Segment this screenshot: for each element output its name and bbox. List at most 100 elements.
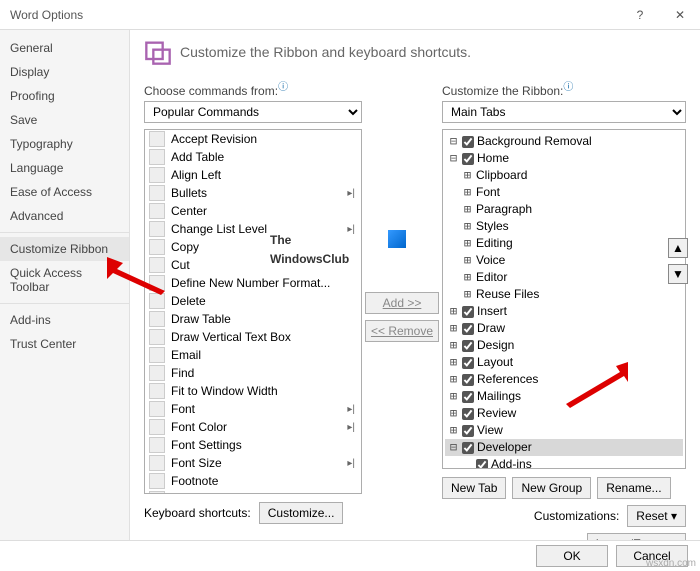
tree-checkbox[interactable] — [462, 408, 474, 420]
tree-node-mailings[interactable]: ⊞Mailings — [445, 388, 683, 405]
tree-node-draw[interactable]: ⊞Draw — [445, 320, 683, 337]
new-group-button[interactable]: New Group — [512, 477, 591, 499]
tree-checkbox[interactable] — [462, 425, 474, 437]
close-button[interactable]: ✕ — [660, 0, 700, 30]
tree-checkbox[interactable] — [462, 306, 474, 318]
tree-node-background-removal[interactable]: ⊟Background Removal — [445, 133, 683, 150]
command-item[interactable]: Delete — [145, 292, 361, 310]
command-item[interactable]: Change List Level▸| — [145, 220, 361, 238]
tree-node-styles[interactable]: ⊞Styles — [445, 218, 683, 235]
tree-node-editor[interactable]: ⊞Editor — [445, 269, 683, 286]
tree-checkbox[interactable] — [462, 357, 474, 369]
customize-ribbon-dropdown[interactable]: Main Tabs — [442, 101, 686, 123]
sidebar-item-typography[interactable]: Typography — [0, 132, 129, 156]
move-down-button[interactable]: ▼ — [668, 264, 688, 284]
tree-node-insert[interactable]: ⊞Insert — [445, 303, 683, 320]
ribbon-tree[interactable]: ⊟Background Removal⊟Home⊞Clipboard⊞Font⊞… — [442, 129, 686, 469]
tree-checkbox[interactable] — [462, 136, 474, 148]
tree-twisty-icon[interactable]: ⊞ — [448, 303, 459, 320]
tree-twisty-icon[interactable]: ⊞ — [448, 405, 459, 422]
command-item[interactable]: Align Left — [145, 166, 361, 184]
tree-checkbox[interactable] — [462, 323, 474, 335]
command-item[interactable]: Footnote — [145, 472, 361, 490]
choose-commands-dropdown[interactable]: Popular Commands — [144, 101, 362, 123]
command-item[interactable]: Font Size▸| — [145, 454, 361, 472]
add-button[interactable]: Add >> — [365, 292, 439, 314]
customize-shortcuts-button[interactable]: Customize... — [259, 502, 344, 524]
command-item[interactable]: Bullets▸| — [145, 184, 361, 202]
command-item[interactable]: Add Table — [145, 148, 361, 166]
tree-twisty-icon[interactable]: ⊞ — [462, 218, 473, 235]
help-button[interactable]: ? — [620, 0, 660, 30]
sidebar-item-trust-center[interactable]: Trust Center — [0, 332, 129, 356]
new-tab-button[interactable]: New Tab — [442, 477, 506, 499]
command-item[interactable]: Cut — [145, 256, 361, 274]
ok-button[interactable]: OK — [536, 545, 608, 567]
tree-twisty-icon[interactable]: ⊞ — [462, 201, 473, 218]
command-item[interactable]: Draw Table — [145, 310, 361, 328]
tree-twisty-icon[interactable]: ⊟ — [448, 439, 459, 456]
sidebar-item-quick-access-toolbar[interactable]: Quick Access Toolbar — [0, 261, 129, 299]
command-item[interactable]: Format Painter — [145, 490, 361, 494]
tree-node-layout[interactable]: ⊞Layout — [445, 354, 683, 371]
tree-node-design[interactable]: ⊞Design — [445, 337, 683, 354]
tree-twisty-icon[interactable]: ⊞ — [462, 252, 473, 269]
command-item[interactable]: Center — [145, 202, 361, 220]
tree-twisty-icon[interactable]: ⊞ — [448, 388, 459, 405]
sidebar-item-language[interactable]: Language — [0, 156, 129, 180]
tree-checkbox[interactable] — [476, 459, 488, 470]
tree-checkbox[interactable] — [462, 442, 474, 454]
tree-twisty-icon[interactable]: ⊞ — [448, 320, 459, 337]
tree-node-view[interactable]: ⊞View — [445, 422, 683, 439]
tree-node-developer[interactable]: ⊟Developer — [445, 439, 683, 456]
tree-node-home[interactable]: ⊟Home — [445, 150, 683, 167]
commands-listbox[interactable]: Accept RevisionAdd TableAlign LeftBullet… — [144, 129, 362, 494]
sidebar-item-ease-of-access[interactable]: Ease of Access — [0, 180, 129, 204]
tree-node-clipboard[interactable]: ⊞Clipboard — [445, 167, 683, 184]
tree-twisty-icon[interactable]: ⊞ — [462, 184, 473, 201]
tree-node-paragraph[interactable]: ⊞Paragraph — [445, 201, 683, 218]
command-item[interactable]: Find — [145, 364, 361, 382]
tree-twisty-icon[interactable]: ⊞ — [462, 286, 473, 303]
tree-checkbox[interactable] — [462, 340, 474, 352]
move-up-button[interactable]: ▲ — [668, 238, 688, 258]
tree-node-font[interactable]: ⊞Font — [445, 184, 683, 201]
sidebar-item-customize-ribbon[interactable]: Customize Ribbon — [0, 237, 129, 261]
sidebar-item-display[interactable]: Display — [0, 60, 129, 84]
tree-twisty-icon[interactable]: ⊟ — [448, 133, 459, 150]
command-item[interactable]: Draw Vertical Text Box — [145, 328, 361, 346]
tree-node-editing[interactable]: ⊞Editing — [445, 235, 683, 252]
tree-checkbox[interactable] — [462, 374, 474, 386]
tree-twisty-icon[interactable]: ⊞ — [448, 337, 459, 354]
command-item[interactable]: Fit to Window Width — [145, 382, 361, 400]
command-item[interactable]: Font Color▸| — [145, 418, 361, 436]
tree-twisty-icon[interactable]: ⊞ — [462, 167, 473, 184]
command-item[interactable]: Font▸| — [145, 400, 361, 418]
tree-twisty-icon[interactable]: ⊟ — [448, 150, 459, 167]
sidebar-item-general[interactable]: General — [0, 36, 129, 60]
sidebar-item-save[interactable]: Save — [0, 108, 129, 132]
tree-node-add-ins[interactable]: Add-ins — [445, 456, 683, 469]
remove-button[interactable]: << Remove — [365, 320, 439, 342]
command-item[interactable]: Copy — [145, 238, 361, 256]
tree-twisty-icon[interactable]: ⊞ — [448, 371, 459, 388]
command-item[interactable]: Font Settings — [145, 436, 361, 454]
reset-button[interactable]: Reset ▾ — [627, 505, 686, 527]
tree-twisty-icon[interactable]: ⊞ — [448, 354, 459, 371]
tree-twisty-icon[interactable]: ⊞ — [462, 269, 473, 286]
sidebar-item-add-ins[interactable]: Add-ins — [0, 308, 129, 332]
rename-button[interactable]: Rename... — [597, 477, 670, 499]
sidebar-item-advanced[interactable]: Advanced — [0, 204, 129, 228]
sidebar-item-proofing[interactable]: Proofing — [0, 84, 129, 108]
tree-twisty-icon[interactable]: ⊞ — [462, 235, 473, 252]
tree-twisty-icon[interactable]: ⊞ — [448, 422, 459, 439]
command-item[interactable]: Accept Revision — [145, 130, 361, 148]
tree-node-voice[interactable]: ⊞Voice — [445, 252, 683, 269]
tree-checkbox[interactable] — [462, 153, 474, 165]
command-item[interactable]: Define New Number Format... — [145, 274, 361, 292]
tree-node-references[interactable]: ⊞References — [445, 371, 683, 388]
command-item[interactable]: Email — [145, 346, 361, 364]
tree-checkbox[interactable] — [462, 391, 474, 403]
tree-node-review[interactable]: ⊞Review — [445, 405, 683, 422]
tree-node-reuse-files[interactable]: ⊞Reuse Files — [445, 286, 683, 303]
